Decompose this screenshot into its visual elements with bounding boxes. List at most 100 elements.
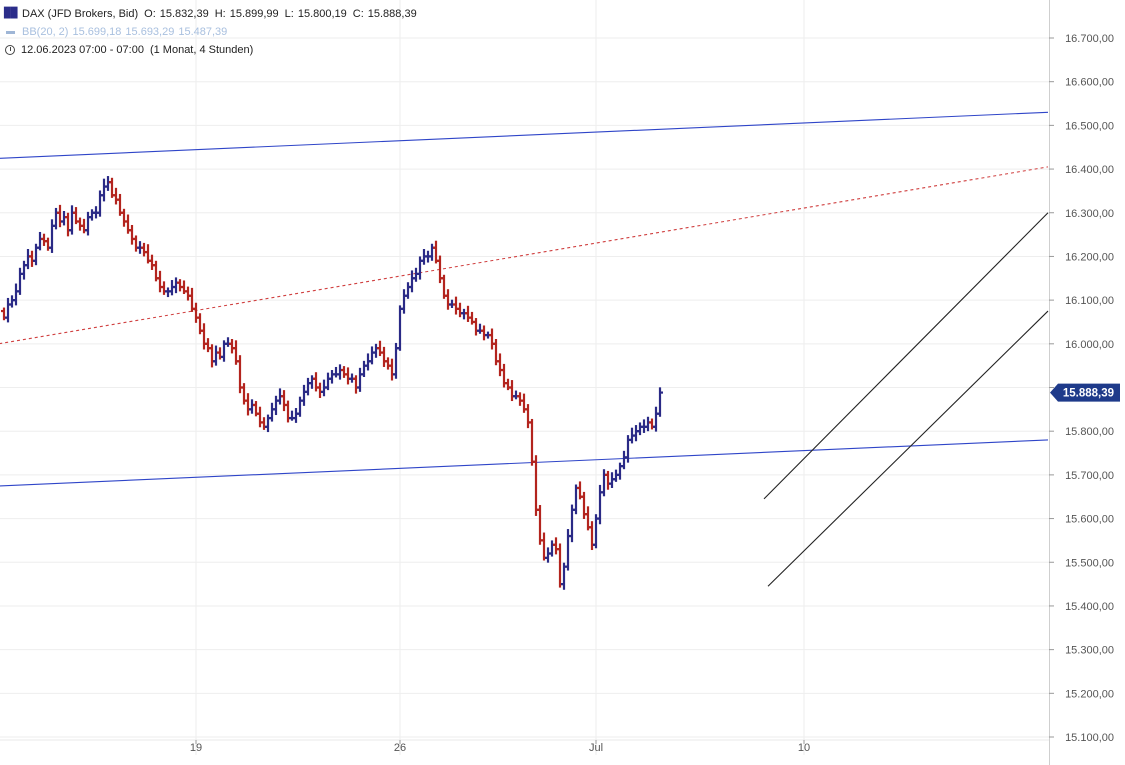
drawn-lines[interactable] (0, 112, 1048, 586)
y-tick-label: 16.400,00 (1065, 164, 1114, 176)
last-price-label: 15.888,39 (1063, 388, 1114, 400)
ohlc-bar (257, 407, 263, 428)
clock-icon (5, 45, 15, 55)
ohlc-bar (173, 277, 179, 293)
y-tick-label: 16.100,00 (1065, 295, 1114, 307)
y-tick-label: 16.700,00 (1065, 33, 1114, 45)
ohlc-bar (89, 209, 95, 220)
low-label: L: (285, 5, 294, 23)
y-tick-label: 16.500,00 (1065, 120, 1114, 132)
x-tick-label: 26 (394, 742, 406, 754)
ohlc-bar (477, 324, 483, 334)
y-tick-label: 15.700,00 (1065, 470, 1114, 482)
ohlc-bar (161, 281, 167, 295)
open-value: 15.832,39 (160, 5, 209, 23)
x-tick-label: Jul (589, 742, 603, 754)
ohlc-bar (229, 339, 235, 353)
ohlc-bar (381, 347, 387, 367)
ohlc-bar (105, 176, 111, 191)
y-tick-label: 16.300,00 (1065, 208, 1114, 220)
time-axis[interactable]: 1926Jul10 (0, 740, 1049, 754)
price-axis[interactable]: 16.700,0016.600,0016.500,0016.400,0016.3… (1049, 0, 1125, 765)
ohlc-bar (601, 469, 607, 496)
high-value: 15.899,99 (230, 5, 279, 23)
ohlc-bar (553, 537, 559, 554)
ohlc-bar (357, 368, 363, 392)
ohlc-bar (37, 232, 43, 250)
ohlc-bar (193, 303, 199, 323)
bollinger-middle: 15.693,29 (125, 23, 174, 41)
ohlc-bar (529, 419, 535, 466)
ohlc-bar (369, 346, 375, 364)
y-tick-label: 15.800,00 (1065, 426, 1114, 438)
ohlc-bar (5, 298, 11, 322)
ohlc-bar (429, 244, 435, 261)
ohlc-bar (113, 188, 119, 205)
ohlc-bar (317, 383, 323, 398)
drawn-line-4[interactable] (768, 311, 1048, 586)
ohlc-bar (533, 455, 539, 516)
y-tick-label: 15.600,00 (1065, 514, 1114, 526)
bollinger-upper: 15.699,18 (72, 23, 121, 41)
instrument-name: DAX (JFD Brokers, Bid) (22, 5, 138, 23)
ohlc-bar (261, 417, 267, 430)
ohlc-bar (41, 234, 47, 246)
ohlc-bar (481, 325, 487, 340)
bollinger-lower: 15.487,39 (178, 23, 227, 41)
bollinger-row[interactable]: BB(20, 2) 15.699,18 15.693,29 15.487,39 (4, 23, 417, 41)
ohlc-bar (637, 422, 643, 435)
ohlc-bar (69, 205, 75, 234)
ohlc-bar (333, 367, 339, 377)
ohlc-bar (245, 393, 251, 415)
ohlc-bar (473, 318, 479, 335)
ohlc-bar (545, 547, 551, 562)
ohlc-bar (329, 370, 335, 384)
ohlc-bar (57, 205, 63, 227)
ohlc-bar (525, 404, 531, 428)
grid (0, 0, 1049, 755)
ohlc-bar (301, 385, 307, 406)
period-row: 12.06.2023 07:00 - 07:00 (1 Monat, 4 Stu… (4, 41, 417, 59)
ohlc-bar (201, 323, 207, 349)
ohlc-bar (557, 543, 563, 587)
ohlc-bar (29, 251, 35, 267)
ohlc-bar (537, 505, 543, 545)
y-tick-label: 15.300,00 (1065, 645, 1114, 657)
ohlc-bar (273, 396, 279, 415)
price-chart[interactable]: 16.700,0016.600,0016.500,0016.400,0016.3… (0, 0, 1125, 765)
ohlc-bar (385, 357, 391, 369)
ohlc-bar (177, 279, 183, 291)
ohlc-bar (309, 375, 315, 389)
high-label: H: (215, 5, 226, 23)
ohlc-bar (513, 391, 519, 400)
ohlc-bar (465, 306, 471, 322)
drawn-line-0[interactable] (0, 112, 1048, 167)
ohlc-bar (249, 399, 255, 413)
chart-legend: ▉▉ DAX (JFD Brokers, Bid) O: 15.832,39 H… (4, 5, 417, 59)
ohlc-bar (405, 282, 411, 299)
ohlc-bar (289, 411, 295, 421)
low-value: 15.800,19 (298, 5, 347, 23)
ohlc-bar (85, 212, 91, 236)
ohlc-bar (445, 289, 451, 310)
ohlc-bar (121, 209, 127, 227)
ohlc-bar (653, 407, 659, 432)
last-price-tag: 15.888,39 (1050, 384, 1120, 402)
ohlc-bar (401, 289, 407, 313)
ohlc-bar (337, 364, 343, 379)
ohlc-bar (225, 337, 231, 347)
ohlc-bar (17, 268, 23, 295)
open-label: O: (144, 5, 156, 23)
drawn-line-3[interactable] (764, 213, 1048, 499)
ohlc-bar (77, 218, 83, 231)
instrument-row[interactable]: ▉▉ DAX (JFD Brokers, Bid) O: 15.832,39 H… (4, 5, 417, 23)
ohlc-bar (205, 338, 211, 352)
drawn-line-1[interactable] (0, 440, 1048, 495)
ohlc-bars (1, 176, 663, 590)
y-tick-label: 15.400,00 (1065, 601, 1114, 613)
close-value: 15.888,39 (368, 5, 417, 23)
ohlc-bar (541, 533, 547, 561)
x-tick-label: 10 (798, 742, 810, 754)
close-label: C: (353, 5, 364, 23)
drawn-line-2[interactable] (0, 167, 1048, 377)
